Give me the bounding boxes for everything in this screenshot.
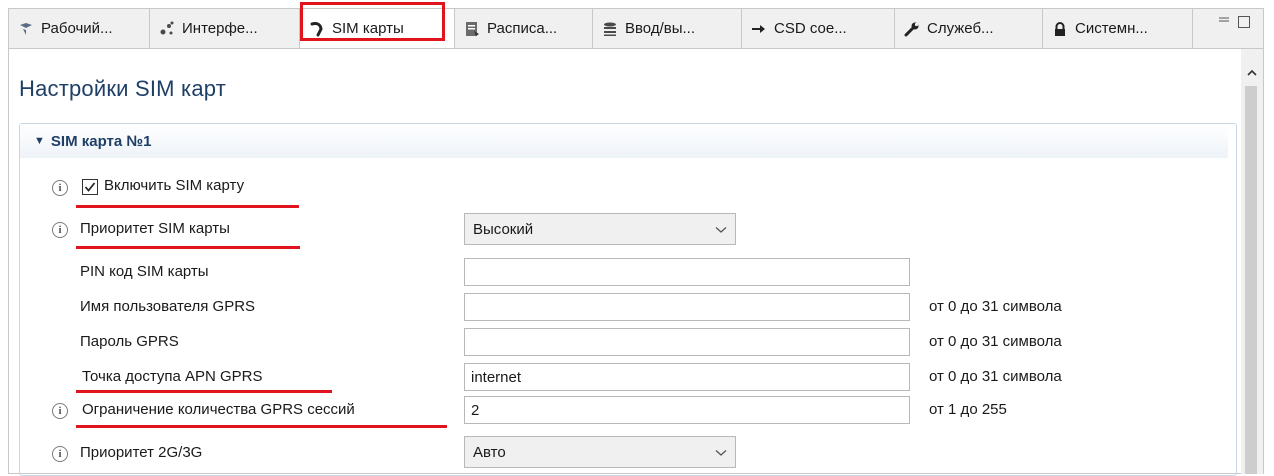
tab-label: Служеб... <box>927 20 994 37</box>
tab-label: Рабочий... <box>41 20 113 37</box>
sim-priority-value: Высокий <box>473 220 534 238</box>
gprs-user-input[interactable] <box>464 293 910 321</box>
info-icon[interactable]: i <box>52 403 68 419</box>
tab-io[interactable]: Ввод/вы... <box>593 9 742 48</box>
maximize-icon[interactable] <box>1237 15 1251 29</box>
tab-interfaces[interactable]: Интерфе... <box>150 9 300 48</box>
gprs-password-label: Пароль GPRS <box>80 333 179 350</box>
sim-section-header[interactable]: ▼ SIM карта №1 <box>20 124 1228 158</box>
enable-sim-label: Включить SIM карту <box>104 177 245 194</box>
tab-desktop[interactable]: Рабочий... <box>9 9 150 48</box>
info-icon[interactable]: i <box>52 446 68 462</box>
tab-label: Системн... <box>1075 20 1148 37</box>
gprs-sessions-input[interactable]: 2 <box>464 396 910 424</box>
pin-label: PIN код SIM карты <box>80 263 209 280</box>
desktop-icon <box>17 20 35 38</box>
interfaces-icon <box>158 20 176 38</box>
tab-label: Ввод/вы... <box>625 20 695 37</box>
lock-icon <box>1051 20 1069 38</box>
gprs-user-label: Имя пользователя GPRS <box>80 298 256 315</box>
annotation-underline <box>76 205 299 208</box>
tab-label: CSD сое... <box>774 20 847 37</box>
tab-system[interactable]: Системн... <box>1043 9 1193 48</box>
net-priority-select[interactable]: Авто <box>464 436 736 468</box>
annotation-underline <box>76 246 300 249</box>
apn-input[interactable]: internet <box>464 363 910 391</box>
tab-label: SIM карты <box>332 20 404 37</box>
tab-sim-cards[interactable]: SIM карты <box>300 9 455 48</box>
info-icon[interactable]: i <box>52 180 68 196</box>
net-priority-value: Авто <box>473 443 506 461</box>
arrow-right-icon <box>750 20 768 38</box>
page-title: Настройки SIM карт <box>19 76 226 101</box>
tab-csd[interactable]: CSD сое... <box>742 9 895 48</box>
tab-label: Расписа... <box>487 20 558 37</box>
gprs-password-hint: от 0 до 31 символа <box>929 333 1062 350</box>
gprs-user-hint: от 0 до 31 символа <box>929 298 1062 315</box>
database-icon <box>601 20 619 38</box>
schedule-icon <box>463 20 481 38</box>
sim-icon <box>308 20 326 38</box>
gprs-password-input[interactable] <box>464 328 910 356</box>
enable-sim-checkbox[interactable] <box>82 179 98 195</box>
minimize-icon[interactable] <box>1217 15 1231 29</box>
gprs-sessions-hint: от 1 до 255 <box>929 401 1007 418</box>
gprs-sessions-label: Ограничение количества GPRS сессий <box>82 401 355 418</box>
chevron-down-icon <box>715 221 727 238</box>
tab-schedule[interactable]: Расписа... <box>455 9 593 48</box>
tab-service[interactable]: Служеб... <box>895 9 1043 48</box>
sim-priority-label: Приоритет SIM карты <box>80 220 230 237</box>
tab-label: Интерфе... <box>182 20 258 37</box>
wrench-icon <box>903 20 921 38</box>
apn-hint: от 0 до 31 символа <box>929 368 1062 385</box>
apn-label: Точка доступа APN GPRS <box>82 368 263 385</box>
section-title: SIM карта №1 <box>50 132 152 150</box>
chevron-down-icon <box>715 444 727 461</box>
tab-bar: Рабочий... Интерфе... SIM карты Расписа.… <box>9 9 1263 49</box>
info-icon[interactable]: i <box>52 222 68 238</box>
collapse-caret-icon: ▼ <box>34 135 45 147</box>
scrollbar-thumb[interactable] <box>1245 86 1257 474</box>
annotation-underline <box>76 425 447 428</box>
net-priority-label: Приоритет 2G/3G <box>80 444 203 461</box>
scroll-up-icon[interactable] <box>1245 66 1259 80</box>
pin-input[interactable] <box>464 258 910 286</box>
annotation-underline <box>76 390 332 393</box>
sim-priority-select[interactable]: Высокий <box>464 213 736 245</box>
